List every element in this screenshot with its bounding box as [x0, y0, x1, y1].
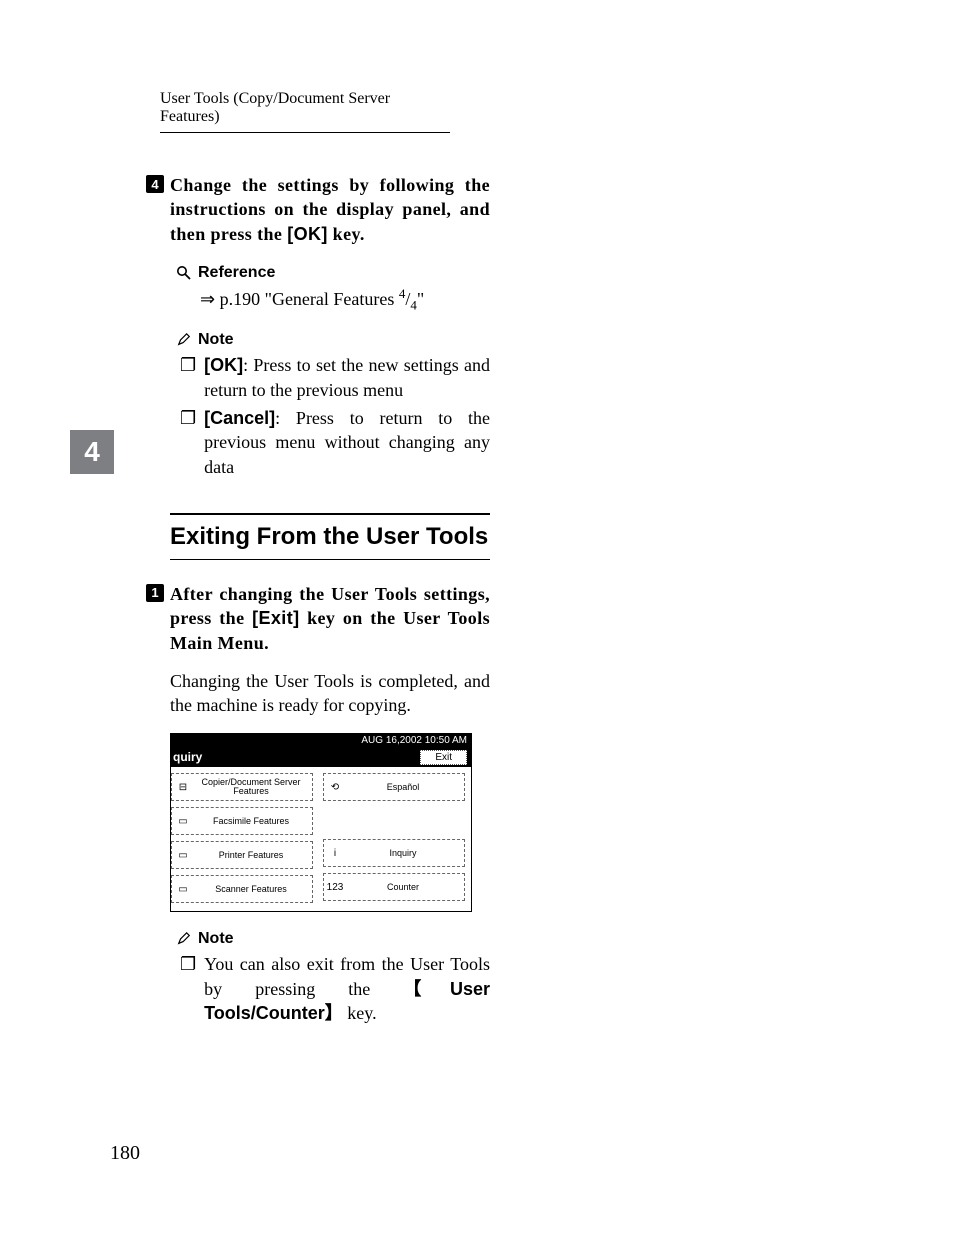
panel-language-button[interactable]: ⟲ Español [323, 773, 465, 801]
list-item: ❐ [OK]: Press to set the new settings an… [180, 353, 490, 402]
step-badge-4: 4 [146, 175, 164, 193]
step-badge-1: 1 [146, 584, 164, 602]
pencil-icon [176, 931, 192, 947]
panel-counter-button[interactable]: 123 Counter [323, 873, 465, 901]
step4-after: key. [328, 224, 365, 244]
reference-line: ⇒ p.190 "General Features 4/4" [200, 286, 490, 314]
note2-label: Note [198, 930, 234, 948]
counter-icon: 123 [328, 880, 342, 894]
running-head: User Tools (Copy/Document Server Feature… [160, 90, 450, 133]
panel-screenshot: AUG 16,2002 10:50 AM quiry Exit ⊟ Copier… [170, 733, 472, 912]
panel-inquiry-button[interactable]: i Inquiry [323, 839, 465, 867]
reference-label: Reference [198, 264, 275, 282]
pencil-icon [176, 332, 192, 348]
fax-icon: ▭ [176, 814, 190, 828]
exit-key-token: [Exit] [252, 608, 299, 628]
section-heading: Exiting From the User Tools [170, 513, 490, 560]
arrow-icon: ⇒ [200, 289, 215, 309]
page-number: 180 [110, 1142, 140, 1165]
step4-text: Change the settings by following the ins… [170, 173, 490, 246]
panel-spacer [323, 807, 465, 833]
list-item: ❐ [Cancel]: Press to return to the previ… [180, 406, 490, 479]
note2-after: key. [343, 1003, 377, 1023]
body-paragraph: Changing the User Tools is completed, an… [170, 669, 490, 718]
panel-scanner-label: Scanner Features [194, 885, 308, 895]
panel-fax-button[interactable]: ▭ Facsimile Features [171, 807, 313, 835]
info-icon: i [328, 846, 342, 860]
panel-scanner-button[interactable]: ▭ Scanner Features [171, 875, 313, 903]
panel-printer-label: Printer Features [194, 851, 308, 861]
bullet-icon: ❐ [180, 952, 196, 1025]
note2-list: ❐ You can also exit from the User Tools … [180, 952, 490, 1025]
list-item: ❐ You can also exit from the User Tools … [180, 952, 490, 1025]
panel-exit-button[interactable]: Exit [420, 750, 467, 765]
note1-list: ❐ [OK]: Press to set the new settings an… [180, 353, 490, 478]
cancel-key-label: [Cancel] [204, 408, 275, 428]
note1-item0-text: : Press to set the new settings and retu… [204, 355, 490, 399]
copier-icon: ⊟ [176, 780, 190, 794]
magnifier-icon [176, 265, 192, 281]
note2-heading: Note [176, 930, 490, 948]
chapter-tab: 4 [70, 430, 114, 474]
panel-printer-button[interactable]: ▭ Printer Features [171, 841, 313, 869]
hardkey-close-bracket: 】 [325, 1003, 343, 1023]
reference-text: p.190 "General Features [215, 289, 399, 309]
reference-after: " [417, 289, 424, 309]
panel-counter-label: Counter [346, 883, 460, 893]
language-icon: ⟲ [328, 780, 342, 794]
printer-icon: ▭ [176, 848, 190, 862]
ok-key-token: [OK] [287, 224, 328, 244]
panel-fax-label: Facsimile Features [194, 817, 308, 827]
panel-copier-label: Copier/Document Server Features [194, 778, 308, 798]
bullet-icon: ❐ [180, 406, 196, 479]
note1-label: Note [198, 331, 234, 349]
panel-language-label: Español [346, 783, 460, 793]
scanner-icon: ▭ [176, 882, 190, 896]
panel-title: quiry [171, 750, 202, 764]
step1-text: After changing the User Tools settings, … [170, 582, 490, 655]
panel-inquiry-label: Inquiry [346, 849, 460, 859]
note1-heading: Note [176, 331, 490, 349]
hardkey-open-bracket: 【 [403, 979, 450, 999]
panel-timestamp: AUG 16,2002 10:50 AM [171, 734, 471, 747]
ok-key-label: [OK] [204, 355, 243, 375]
panel-copier-button[interactable]: ⊟ Copier/Document Server Features [171, 773, 313, 801]
bullet-icon: ❐ [180, 353, 196, 402]
reference-heading: Reference [176, 264, 490, 282]
